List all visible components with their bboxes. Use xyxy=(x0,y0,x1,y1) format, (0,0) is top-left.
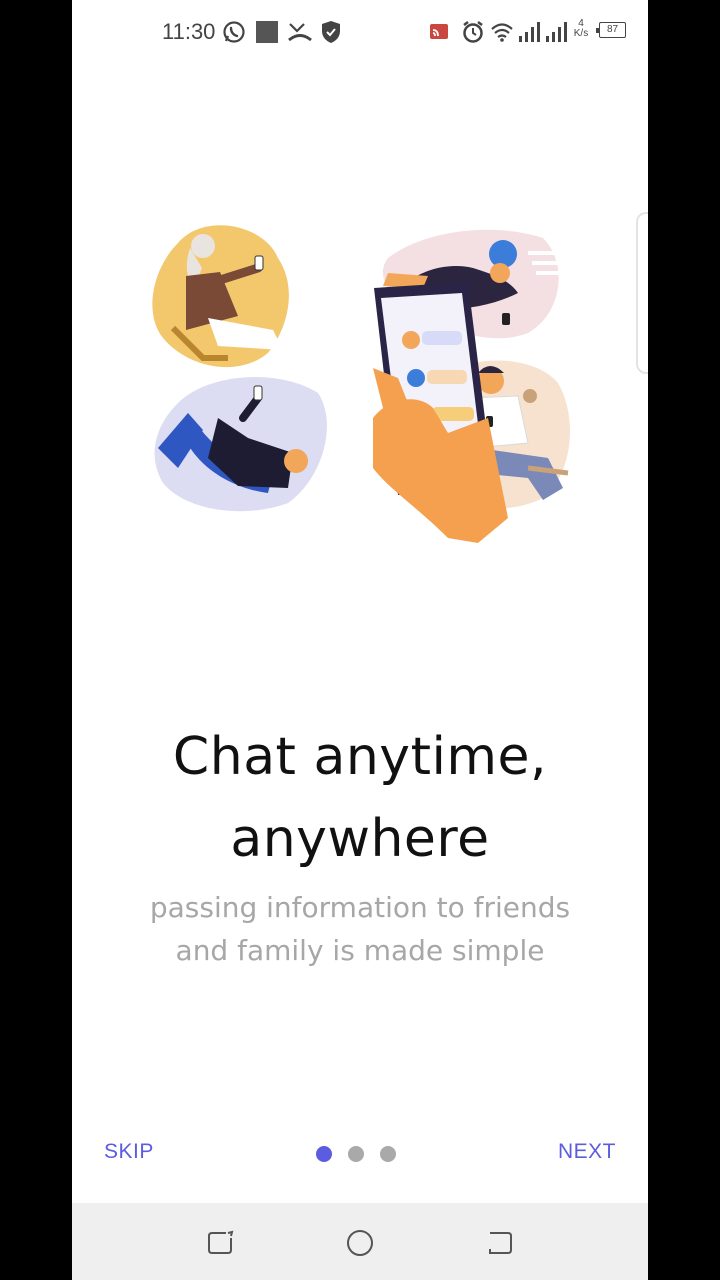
recents-icon[interactable] xyxy=(206,1229,234,1262)
title-line-1: Chat anytime, xyxy=(172,727,548,787)
alarm-icon xyxy=(461,20,485,49)
status-time: 11:30 xyxy=(162,19,216,44)
square-notification-icon xyxy=(255,20,279,49)
chat-illustration xyxy=(148,218,578,543)
shield-icon xyxy=(320,20,342,49)
subtitle-line-1: passing information to friends xyxy=(149,891,571,924)
status-bar: 11:30 4 K/s 87 xyxy=(72,0,648,64)
navigation-bar xyxy=(72,1203,648,1280)
cast-icon xyxy=(428,20,450,49)
wifi-icon xyxy=(490,20,514,49)
whatsapp-icon xyxy=(222,20,246,49)
onboarding-screen: 11:30 4 K/s 87 Chat anytime, anywhere pa… xyxy=(72,0,648,1280)
subtitle-line-2: and family is made simple xyxy=(175,934,545,967)
signal-icon xyxy=(517,20,541,49)
skip-button[interactable]: SKIP xyxy=(104,1140,154,1164)
signal-icon xyxy=(544,20,568,49)
missed-call-icon xyxy=(287,20,313,49)
edge-panel-handle[interactable] xyxy=(636,212,648,374)
next-button[interactable]: NEXT xyxy=(558,1140,616,1164)
network-speed-unit: K/s xyxy=(573,28,589,39)
battery-level: 87 xyxy=(599,22,626,38)
home-icon[interactable] xyxy=(346,1229,374,1262)
network-speed: 4 K/s xyxy=(571,19,591,39)
title-line-2: anywhere xyxy=(230,809,490,869)
onboarding-subtitle: passing information to friends and famil… xyxy=(112,886,608,972)
back-icon[interactable] xyxy=(486,1229,514,1262)
onboarding-title: Chat anytime, anywhere xyxy=(72,716,648,880)
battery-icon: 87 xyxy=(596,22,626,38)
page-dot[interactable] xyxy=(348,1146,364,1162)
page-dot[interactable] xyxy=(380,1146,396,1162)
page-dot[interactable] xyxy=(316,1146,332,1162)
